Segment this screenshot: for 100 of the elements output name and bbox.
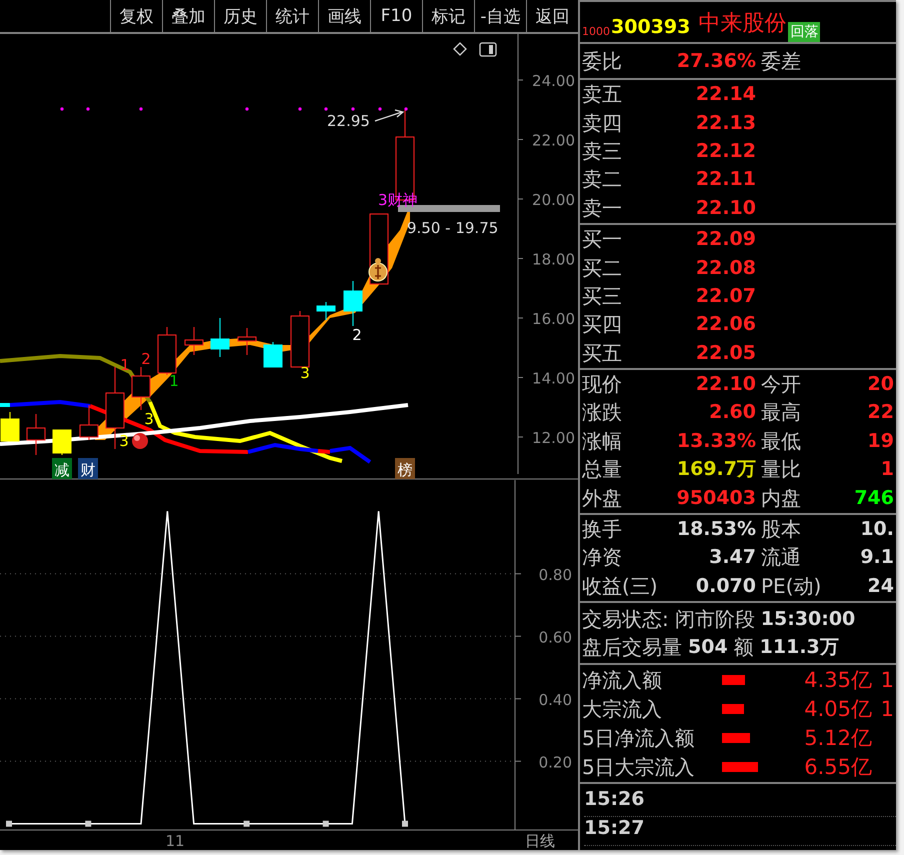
- toolbar-button[interactable]: -自选: [474, 0, 526, 32]
- field-label: 交易状态:: [582, 607, 669, 632]
- signal-dot: [60, 107, 64, 111]
- candlestick: [52, 430, 72, 456]
- status-badge: 回落: [788, 22, 820, 42]
- ask-level-label: 卖二: [582, 167, 623, 192]
- ask-price: 22.10: [694, 196, 756, 219]
- field-label: 委比: [582, 48, 623, 72]
- field-value: 24: [866, 574, 895, 597]
- signal-dot: [139, 107, 143, 111]
- signal-number: 1: [169, 372, 179, 390]
- period-label: 日线: [525, 832, 555, 850]
- signal-tag: 财: [78, 458, 98, 479]
- bid-level-label: 买一: [582, 227, 623, 252]
- field-label: 净资: [582, 545, 623, 570]
- field-value: 27.36%: [676, 50, 756, 72]
- flow-label: 净流入额: [582, 668, 663, 692]
- candlestick: [80, 404, 98, 440]
- pointer-arrow: [374, 109, 404, 122]
- ask-price: 22.12: [694, 140, 756, 162]
- field-label: 总量: [582, 457, 623, 482]
- field-label: 额: [734, 635, 754, 660]
- bid-price: 22.09: [694, 228, 756, 250]
- candlestick: [132, 366, 150, 410]
- field-value: 746: [853, 486, 895, 509]
- signal-dot: [298, 107, 302, 111]
- field-label: 收益(三): [582, 574, 659, 598]
- peak-price-label: 22.95: [327, 112, 370, 130]
- point-marker: [322, 820, 329, 827]
- signal-dot: [378, 107, 382, 111]
- candlestick: [0, 412, 20, 442]
- ask-price: 22.14: [694, 83, 756, 106]
- field-value: 1: [880, 458, 895, 480]
- toolbar-button[interactable]: 标记: [422, 0, 474, 32]
- toolbar-button[interactable]: F10: [370, 0, 422, 32]
- axis-label: 18.00: [532, 250, 575, 268]
- flow-value: 5.12亿: [803, 724, 872, 752]
- candlestick: [290, 310, 310, 368]
- candlestick: [238, 328, 256, 356]
- point-marker: [402, 820, 408, 827]
- flow-value: 1: [880, 668, 895, 692]
- candlestick: [210, 318, 230, 358]
- field-value: 22: [866, 401, 895, 424]
- signal-dot: [86, 107, 90, 111]
- toolbar-button[interactable]: 复权: [110, 0, 162, 32]
- field-label: 现价: [582, 372, 623, 396]
- field-value: 950403: [676, 486, 756, 509]
- time-value: 15:30:00: [760, 608, 856, 630]
- signal-tag: 榜: [395, 458, 415, 479]
- field-value: 闭市阶段: [674, 607, 755, 632]
- flow-bar: [722, 674, 745, 685]
- signal-number: 3: [144, 410, 154, 428]
- field-label: 今开: [760, 372, 802, 396]
- flow-label: 5日大宗流入: [582, 754, 696, 779]
- toolbar-button[interactable]: 返回: [526, 0, 578, 32]
- point-marker: [6, 820, 12, 827]
- toolbar-button[interactable]: 画线: [318, 0, 370, 32]
- candlestick: [316, 302, 336, 320]
- toolbar-button[interactable]: 叠加: [162, 0, 214, 32]
- flow-value: 4.35亿: [803, 666, 872, 694]
- field-value: 10.: [859, 518, 895, 540]
- candlestick: [26, 414, 46, 456]
- bid-level-label: 买三: [582, 284, 623, 308]
- price-range-label: 9.50 - 19.75: [407, 219, 498, 237]
- field-label: 最高: [760, 400, 802, 424]
- panel-toggle-icon[interactable]: [479, 42, 497, 57]
- signal-number: 1: [120, 356, 130, 374]
- bid-price: 22.05: [694, 342, 756, 364]
- tick-time: 15:27: [584, 817, 644, 840]
- signal-number: 2: [352, 326, 362, 344]
- axis-label: 0.80: [538, 566, 572, 584]
- toolbar-button[interactable]: 统计: [266, 0, 318, 32]
- flow-bar: [722, 704, 744, 714]
- field-label: 内盘: [760, 486, 802, 510]
- axis-label: 12.00: [532, 429, 575, 447]
- field-value: 9.1: [859, 546, 895, 568]
- market-code: 1000: [582, 25, 610, 38]
- axis-label: 0.60: [538, 628, 572, 646]
- diamond-icon[interactable]: [453, 42, 467, 56]
- ask-level-label: 卖三: [582, 138, 623, 163]
- candlestick: [264, 342, 282, 368]
- bid-level-label: 买二: [582, 256, 623, 280]
- ask-price: 22.11: [694, 168, 756, 190]
- signal-number: 3: [119, 432, 129, 450]
- axis-label: 22.00: [532, 132, 575, 150]
- field-label: 换手: [582, 517, 623, 542]
- toolbar-button[interactable]: 历史: [214, 0, 266, 32]
- point-marker: [85, 820, 92, 827]
- signal-dot: [404, 107, 408, 111]
- field-value: 0.070: [694, 574, 756, 597]
- flow-value: 4.05亿: [803, 696, 872, 723]
- signal-number: 2: [141, 350, 151, 368]
- field-label: 涨幅: [582, 428, 623, 453]
- field-value: 169.7万: [676, 457, 756, 482]
- stock-code: 300393: [611, 16, 690, 38]
- flow-value: 1: [880, 696, 895, 721]
- field-value: 19: [866, 430, 895, 452]
- bid-price: 22.08: [694, 256, 756, 279]
- field-value: 22.10: [694, 373, 756, 396]
- flow-bar: [722, 762, 758, 772]
